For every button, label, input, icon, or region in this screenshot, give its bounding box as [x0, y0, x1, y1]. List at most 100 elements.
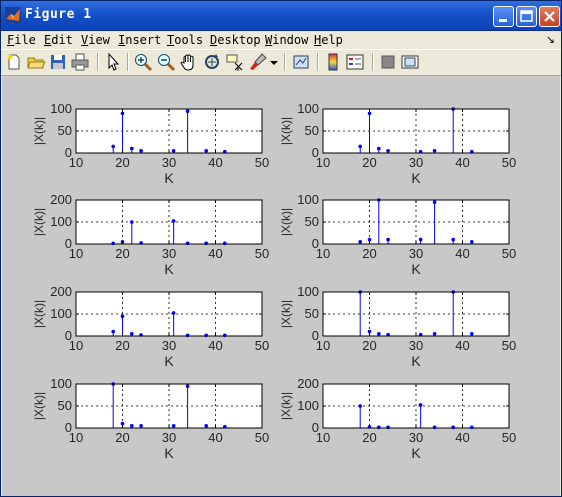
stem-marker [432, 332, 437, 336]
y-tick-label: 50 [305, 214, 319, 229]
stem-marker [130, 332, 134, 336]
open-file-icon[interactable] [26, 52, 46, 72]
x-tick-label: 40 [208, 338, 222, 353]
data-cursor-icon[interactable] [225, 52, 245, 72]
x-tick-label: 20 [115, 246, 129, 261]
pan-hand-icon[interactable] [179, 52, 199, 72]
subplot-3[interactable]: 10 20 30 40 500100200K|X(k)| [32, 192, 269, 277]
menu-help[interactable]: Help [314, 33, 343, 47]
y-tick-label: 0 [65, 328, 72, 343]
subplot-1[interactable]: 10 20 30 40 50050100K|X(k)| [32, 101, 269, 186]
stem-marker [185, 109, 190, 113]
stem-marker [185, 333, 190, 338]
y-tick-label: 50 [58, 123, 72, 138]
figure-window: Figure 1 File Edit View Insert Tools Des… [0, 0, 562, 497]
y-axis-label: |X(k)| [279, 300, 293, 328]
x-tick-label: 30 [162, 430, 176, 445]
stem-marker [451, 425, 456, 430]
subplot-2[interactable]: 10 20 30 40 50050100K|X(k)| [279, 101, 516, 186]
x-tick-label: 30 [409, 338, 423, 353]
y-tick-label: 0 [312, 328, 319, 343]
hide-plot-tools-icon[interactable] [378, 52, 398, 72]
stem-marker [139, 149, 143, 153]
brush-dropdown-icon[interactable] [268, 52, 280, 72]
new-figure-icon[interactable] [4, 52, 24, 72]
menu-desktop[interactable]: Desktop [210, 33, 261, 47]
stem-marker [367, 237, 372, 242]
x-tick-label: 40 [208, 430, 222, 445]
title-bar[interactable]: Figure 1 [1, 1, 561, 31]
stem-marker [120, 314, 125, 318]
save-icon[interactable] [48, 52, 68, 72]
subplot-5[interactable]: 10 20 30 40 500100200K|X(k)| [32, 284, 269, 369]
x-axis-label: K [411, 261, 421, 277]
rotate-3d-icon[interactable] [202, 52, 222, 72]
print-icon[interactable] [70, 52, 90, 72]
y-axis-label: |X(k)| [32, 117, 46, 145]
stem-marker [418, 403, 423, 407]
x-tick-label: 50 [502, 430, 516, 445]
x-tick-label: 40 [455, 155, 469, 170]
subplot-6[interactable]: 10 20 30 40 50050100K|X(k)| [279, 284, 516, 369]
stem-marker [120, 111, 125, 116]
close-button[interactable] [539, 6, 560, 27]
zoom-in-icon[interactable] [133, 52, 153, 72]
menu-tools[interactable]: Tools [167, 33, 203, 47]
stem-marker [386, 425, 390, 430]
stem-marker [204, 333, 208, 338]
y-axis-label: |X(k)| [279, 392, 293, 420]
edit-plot-arrow-icon[interactable] [103, 52, 123, 72]
figure-canvas[interactable]: 10 20 30 40 50 0 50 100 K |X(k)| 10 20 30 40 50 0 50 100 K… [2, 76, 560, 496]
subplot-8[interactable]: 10 20 30 40 500100200K|X(k)| [279, 376, 516, 461]
stem-marker [377, 425, 381, 430]
figure-toolbar [1, 49, 561, 76]
insert-colorbar-icon[interactable] [323, 52, 343, 72]
menu-insert[interactable]: Insert [118, 33, 161, 47]
stem-marker [139, 424, 143, 428]
x-tick-label: 30 [409, 155, 423, 170]
maximize-icon [520, 10, 533, 22]
stem-marker [418, 237, 423, 242]
x-tick-label: 20 [115, 155, 129, 170]
x-axis-label: K [164, 261, 174, 277]
stem-marker [204, 424, 208, 428]
x-tick-label: 50 [255, 155, 269, 170]
x-tick-label: 20 [362, 155, 376, 170]
window-title: Figure 1 [25, 7, 92, 22]
stem-marker [120, 421, 125, 426]
x-tick-label: 40 [455, 338, 469, 353]
x-tick-label: 30 [162, 155, 176, 170]
stem-marker [204, 241, 208, 246]
maximize-button[interactable] [516, 6, 537, 27]
stem-marker [111, 329, 115, 334]
menu-view[interactable]: View [81, 33, 110, 47]
show-plot-tools-icon[interactable] [400, 52, 420, 72]
x-tick-label: 50 [502, 155, 516, 170]
menu-edit[interactable]: Edit [44, 33, 73, 47]
x-tick-label: 20 [362, 246, 376, 261]
y-axis-label: |X(k)| [32, 208, 46, 236]
x-tick-label: 30 [409, 246, 423, 261]
menu-file[interactable]: File [7, 33, 36, 47]
y-tick-label: 200 [50, 284, 72, 299]
brush-icon[interactable] [248, 52, 268, 72]
minimize-icon [499, 19, 507, 22]
y-tick-label: 0 [312, 236, 319, 251]
subplot-4[interactable]: 10 20 30 40 50050100K|X(k)| [279, 192, 516, 277]
subplots-area: 10 20 30 40 50050100K|X(k)|10 20 30 40 50050100K… [32, 101, 516, 461]
close-icon [544, 11, 555, 22]
y-axis-label: |X(k)| [32, 300, 46, 328]
zoom-out-icon[interactable] [156, 52, 176, 72]
link-plot-icon[interactable] [291, 52, 311, 72]
menu-window[interactable]: Window [265, 33, 308, 47]
toolbar-separator [372, 53, 374, 71]
x-tick-label: 40 [208, 246, 222, 261]
subplot-7[interactable]: 10 20 30 40 50050100K|X(k)| [32, 376, 269, 461]
stem-marker [171, 149, 176, 153]
stem-marker [130, 424, 134, 428]
minimize-button[interactable] [493, 6, 514, 27]
dock-figure-arrow-icon[interactable]: ↘ [546, 33, 555, 46]
insert-legend-icon[interactable] [345, 52, 365, 72]
stem-marker [377, 146, 381, 151]
y-tick-label: 0 [65, 236, 72, 251]
